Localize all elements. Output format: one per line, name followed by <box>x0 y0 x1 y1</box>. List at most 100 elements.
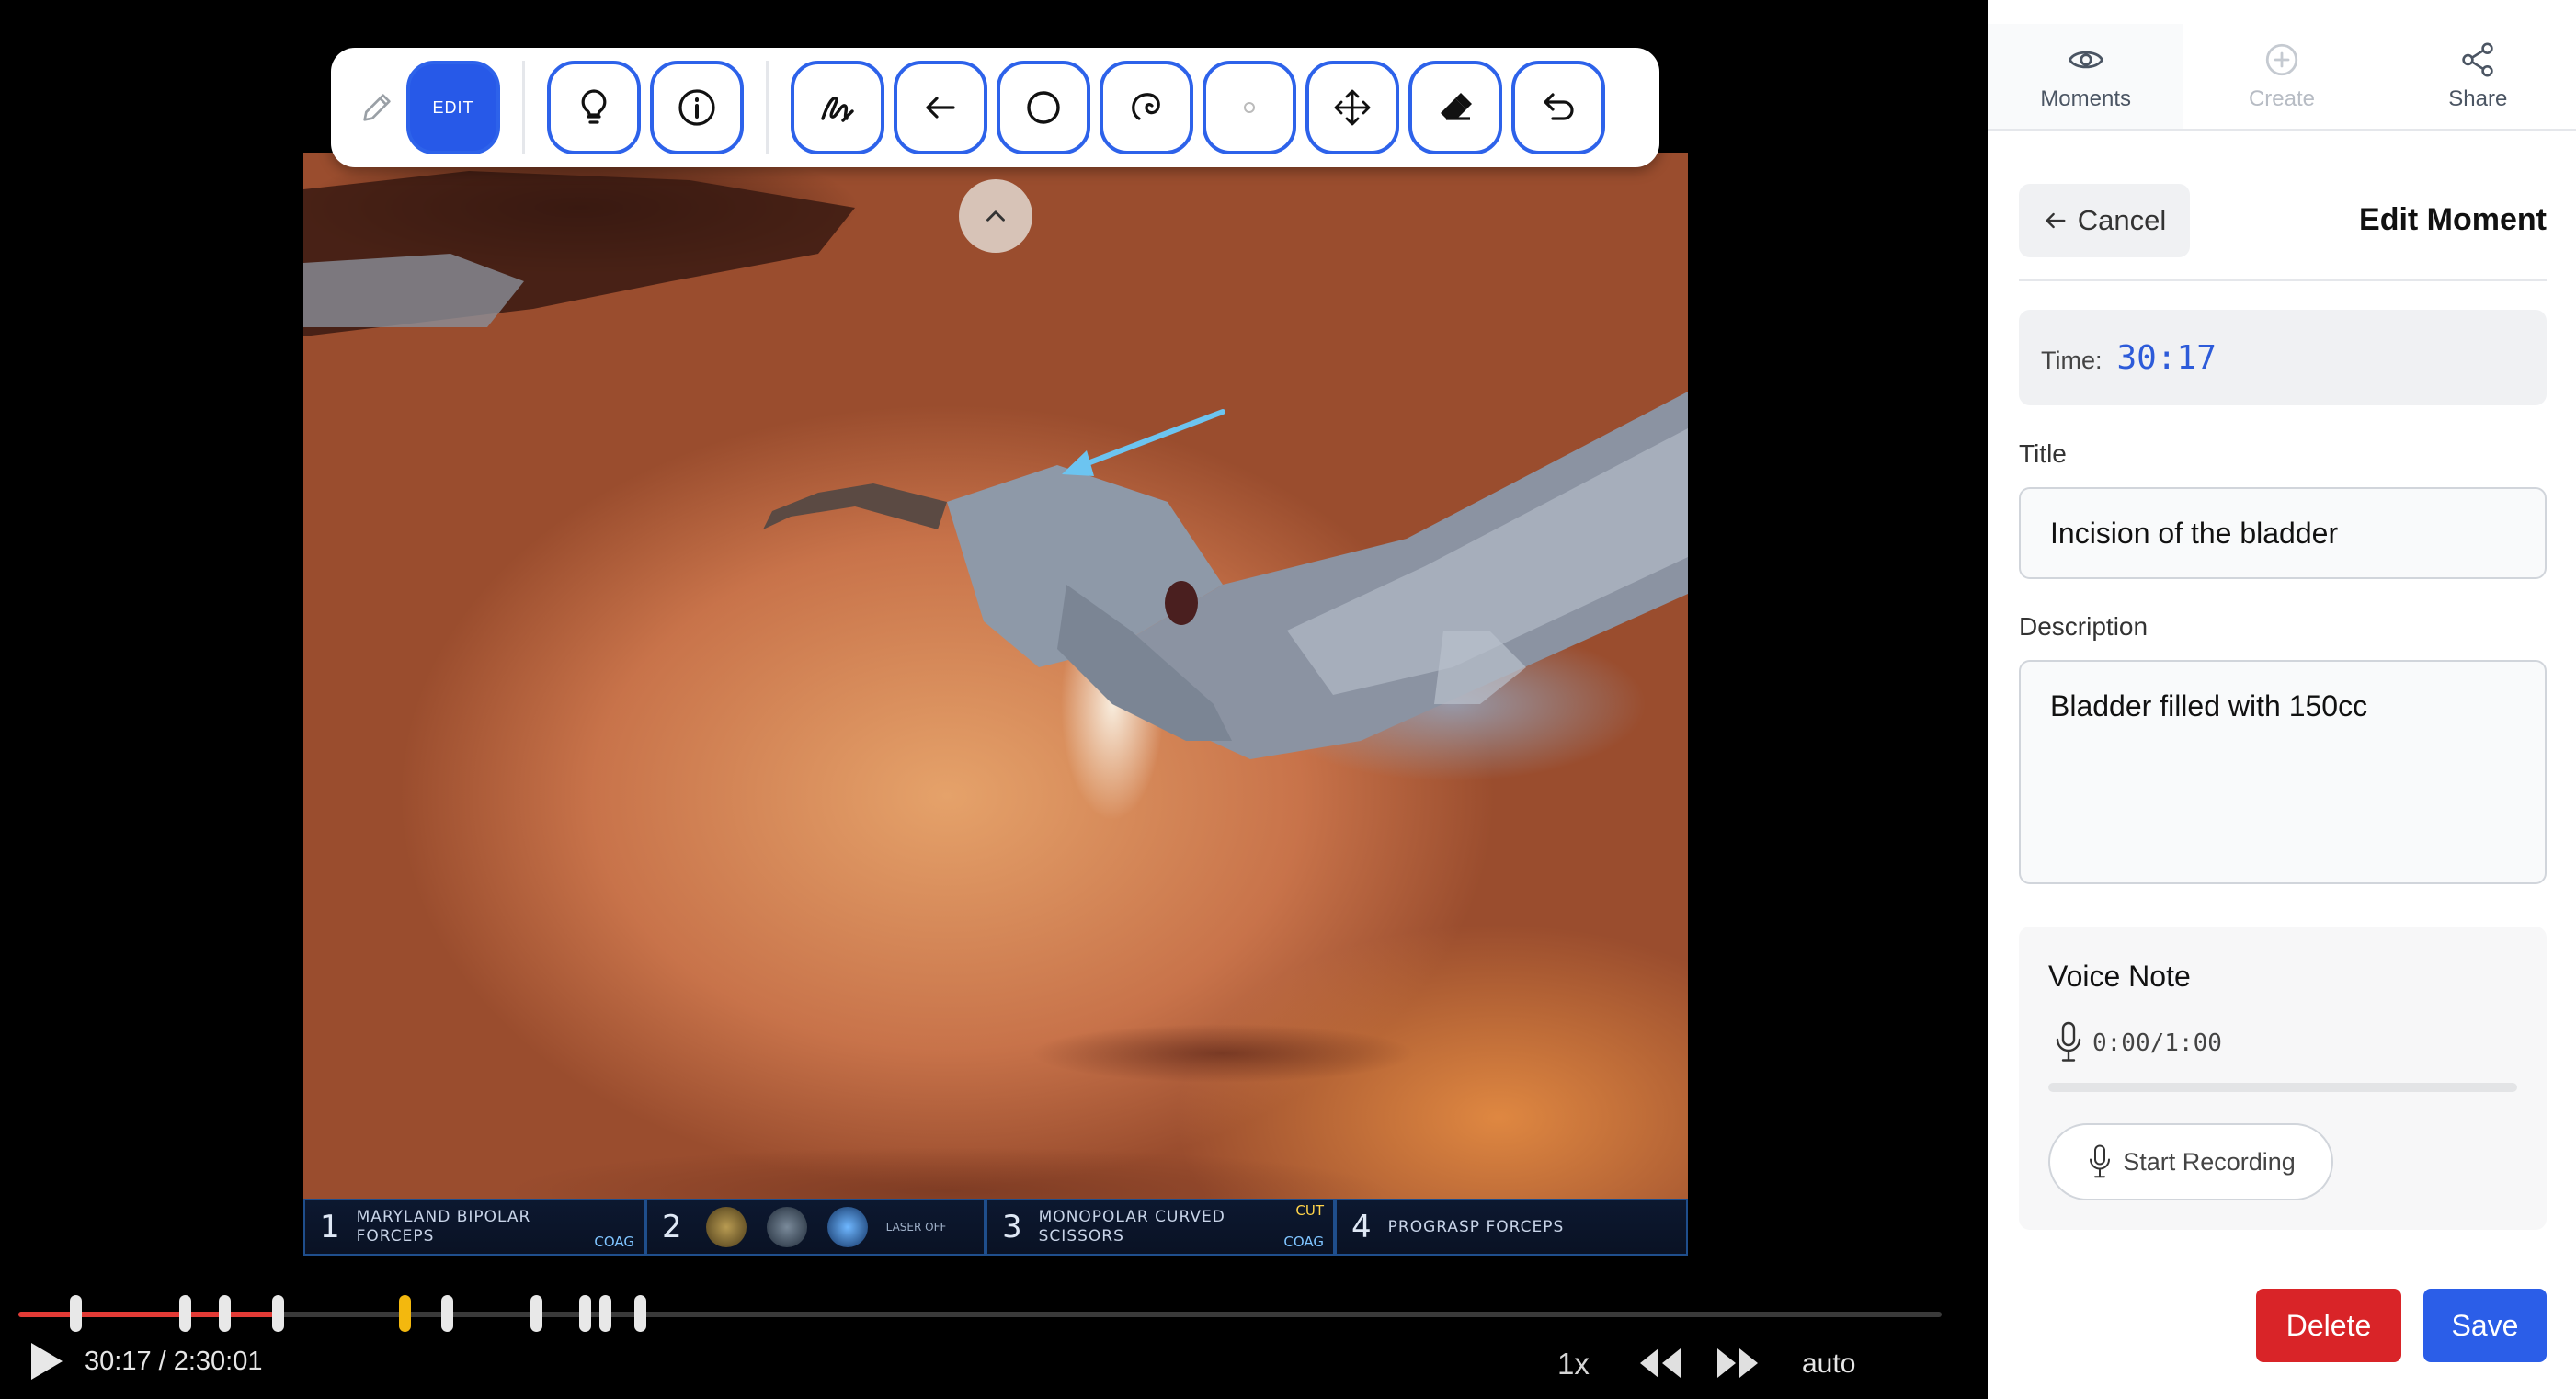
quality-selector[interactable]: auto <box>1802 1348 1855 1380</box>
tab-share[interactable]: Share <box>2380 24 2576 129</box>
freehand-icon <box>821 97 854 122</box>
dot-tool-button[interactable] <box>1203 61 1296 154</box>
voice-note-card: Voice Note 0:00/1:00 Start Recording <box>2019 927 2547 1230</box>
hud-name-line1: MONOPOLAR CURVED <box>1038 1208 1225 1226</box>
light-icon <box>826 1207 868 1247</box>
eye-icon <box>2068 51 2103 69</box>
plus-circle-icon <box>2265 43 2298 76</box>
tab-label: Moments <box>2040 86 2132 111</box>
hud-name-line2: SCISSORS <box>1038 1227 1124 1245</box>
hud-camera-icons <box>705 1207 868 1247</box>
undo-icon <box>1544 93 1574 120</box>
lightbulb-button[interactable] <box>547 61 641 154</box>
arrow-tool-button[interactable] <box>894 61 987 154</box>
timeline-scrubber[interactable] <box>18 1295 1942 1332</box>
eraser-icon <box>1441 93 1472 120</box>
eraser-tool-button[interactable] <box>1408 61 1502 154</box>
cancel-label: Cancel <box>2077 204 2167 236</box>
undo-button[interactable] <box>1511 61 1605 154</box>
move-tool-button[interactable] <box>1305 61 1399 154</box>
hud-number: 2 <box>662 1209 682 1245</box>
chevron-up-icon <box>986 210 1005 222</box>
start-recording-label: Start Recording <box>2123 1147 2296 1176</box>
cancel-button[interactable]: Cancel <box>2019 184 2190 257</box>
moment-time-box: Time: 30:17 <box>2019 310 2547 405</box>
description-input[interactable]: Bladder filled with 150cc <box>2019 660 2547 884</box>
voice-note-time: 0:00/1:00 <box>2092 1029 2222 1057</box>
instrument-hud: 1 MARYLAND BIPOLAR FORCEPS COAG 2 LASER … <box>303 1199 1688 1256</box>
time-value: 30:17 <box>2116 338 2217 377</box>
playback-speed[interactable]: 1x <box>1557 1347 1590 1382</box>
dot-icon <box>1244 102 1255 113</box>
timeline-marker[interactable] <box>218 1295 231 1332</box>
arrow-annotation[interactable] <box>303 153 1688 1256</box>
panel-title: Edit Moment <box>2359 202 2547 237</box>
info-button[interactable] <box>650 61 744 154</box>
voice-note-progress <box>2048 1083 2517 1092</box>
tab-create[interactable]: Create <box>2183 24 2379 129</box>
delete-button[interactable]: Delete <box>2256 1289 2401 1362</box>
microphone-icon <box>2090 1144 2111 1178</box>
hud-number: 1 <box>320 1209 340 1245</box>
lasso-tool-button[interactable] <box>1100 61 1193 154</box>
pencil-icon <box>363 94 391 121</box>
timeline-marker[interactable] <box>441 1295 454 1332</box>
hud-instrument-1: 1 MARYLAND BIPOLAR FORCEPS COAG <box>303 1199 645 1256</box>
play-icon[interactable] <box>28 1341 64 1382</box>
move-icon <box>1334 89 1371 126</box>
microphone-icon <box>2056 1021 2081 1062</box>
collapse-toolbar-button[interactable] <box>959 179 1032 253</box>
hud-mode-cut: CUT <box>1295 1202 1324 1219</box>
lasso-icon <box>1132 93 1160 120</box>
timeline-marker[interactable] <box>271 1295 284 1332</box>
toolbar-divider <box>522 61 525 154</box>
tab-label: Create <box>2248 86 2316 111</box>
camera-icon <box>705 1207 747 1247</box>
info-icon <box>678 89 715 126</box>
hud-instrument-name: MONOPOLAR CURVED SCISSORS <box>1039 1208 1225 1246</box>
timeline-marker[interactable] <box>69 1295 82 1332</box>
time-label: Time: <box>2041 346 2103 374</box>
timeline-marker[interactable] <box>178 1295 191 1332</box>
hud-name-line2: FORCEPS <box>356 1227 435 1245</box>
lightbulb-icon <box>581 89 607 124</box>
edit-mode-button[interactable]: EDIT <box>406 61 500 154</box>
arrow-left-icon <box>2046 212 2066 229</box>
share-icon <box>2462 42 2494 77</box>
title-field-label: Title <box>2019 439 2067 468</box>
hud-instrument-4: 4 PROGRASP FORCEPS <box>1335 1199 1688 1256</box>
time-display: 30:17 / 2:30:01 <box>85 1347 263 1376</box>
timeline-marker-current[interactable] <box>398 1295 411 1332</box>
start-recording-button[interactable]: Start Recording <box>2048 1123 2333 1200</box>
hud-mode: COAG <box>1283 1234 1324 1250</box>
video-player: 1 MARYLAND BIPOLAR FORCEPS COAG 2 LASER … <box>0 0 1988 1399</box>
circle-tool-button[interactable] <box>997 61 1090 154</box>
arrow-icon <box>926 97 955 119</box>
timeline-marker[interactable] <box>634 1295 647 1332</box>
tab-moments[interactable]: Moments <box>1988 24 2184 129</box>
hud-number: 3 <box>1002 1209 1022 1245</box>
timeline-marker[interactable] <box>599 1295 612 1332</box>
hud-name-line1: MARYLAND BIPOLAR <box>356 1208 531 1226</box>
hud-number: 4 <box>1351 1209 1372 1245</box>
title-input[interactable] <box>2019 487 2547 579</box>
save-button[interactable]: Save <box>2423 1289 2547 1362</box>
hud-laser-status: LASER OFF <box>885 1221 947 1234</box>
circle-icon <box>1027 91 1060 124</box>
toolbar-divider <box>766 61 769 154</box>
timeline-marker[interactable] <box>530 1295 542 1332</box>
header-divider <box>2019 279 2547 281</box>
hud-instrument-2: 2 LASER OFF <box>645 1199 986 1256</box>
surgical-video-frame[interactable]: 1 MARYLAND BIPOLAR FORCEPS COAG 2 LASER … <box>303 153 1688 1256</box>
playback-controls: 30:17 / 2:30:01 1x auto <box>0 1337 1988 1393</box>
scope-icon <box>766 1207 807 1247</box>
fast-forward-icon[interactable] <box>1714 1345 1761 1382</box>
timeline-marker[interactable] <box>579 1295 592 1332</box>
hud-instrument-3: 3 MONOPOLAR CURVED SCISSORS CUT COAG <box>986 1199 1335 1256</box>
freehand-button[interactable] <box>791 61 884 154</box>
side-panel: Moments Create Share Cancel Edit Moment <box>1988 0 2576 1399</box>
hud-instrument-name: MARYLAND BIPOLAR FORCEPS <box>357 1208 531 1246</box>
rewind-icon[interactable] <box>1636 1345 1684 1382</box>
hud-instrument-name: PROGRASP FORCEPS <box>1387 1217 1565 1236</box>
voice-note-title: Voice Note <box>2048 960 2191 993</box>
